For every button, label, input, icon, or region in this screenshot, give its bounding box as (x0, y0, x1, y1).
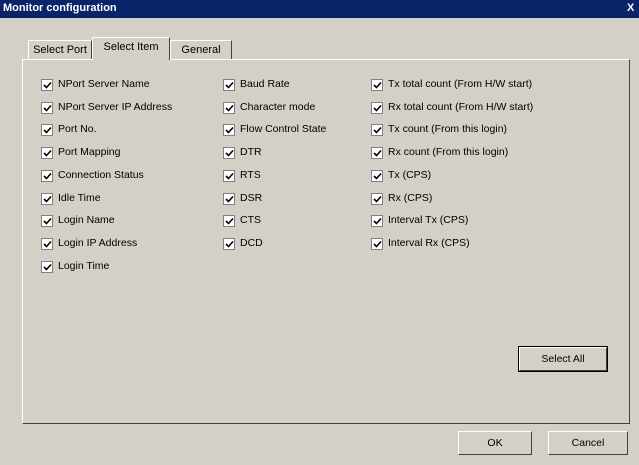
tab-select-port[interactable]: Select Port (28, 40, 92, 59)
checkbox-label: Flow Control State (240, 123, 327, 135)
checkmark-icon (373, 149, 382, 157)
select-all-button[interactable]: Select All (518, 346, 608, 372)
checkbox-label: Interval Tx (CPS) (388, 214, 469, 226)
checkbox[interactable] (371, 124, 383, 136)
checkbox[interactable] (41, 102, 53, 114)
checkbox[interactable] (223, 124, 235, 136)
checkbox[interactable] (41, 147, 53, 159)
checkmark-icon (225, 195, 234, 203)
checkbox-label: DTR (240, 146, 262, 158)
checkmark-icon (43, 195, 52, 203)
checkmark-icon (373, 81, 382, 89)
checkmark-icon (225, 81, 234, 89)
checkmark-icon (43, 263, 52, 271)
checkmark-icon (43, 172, 52, 180)
checkbox-label: NPort Server IP Address (58, 101, 173, 113)
checkbox-label: Login IP Address (58, 237, 138, 249)
checkbox-label: Login Time (58, 260, 110, 272)
checkbox[interactable] (371, 238, 383, 250)
checkmark-icon (225, 240, 234, 248)
checkmark-icon (373, 217, 382, 225)
checkbox-label: Idle Time (58, 192, 101, 204)
checkbox-label: Rx total count (From H/W start) (388, 101, 534, 113)
checkbox-label: Port Mapping (58, 146, 121, 158)
checkmark-icon (373, 126, 382, 134)
checkmark-icon (373, 172, 382, 180)
checkmark-icon (373, 195, 382, 203)
checkbox-label: Tx count (From this login) (388, 123, 508, 135)
checkbox[interactable] (41, 261, 53, 273)
checkbox[interactable] (41, 215, 53, 227)
tab-select-item[interactable]: Select Item (92, 37, 170, 60)
checkbox[interactable] (223, 193, 235, 205)
checkbox[interactable] (223, 170, 235, 182)
checkmark-icon (43, 126, 52, 134)
checkbox[interactable] (223, 147, 235, 159)
checkbox[interactable] (371, 79, 383, 91)
checkbox[interactable] (223, 102, 235, 114)
checkmark-icon (373, 240, 382, 248)
checkmark-icon (225, 217, 234, 225)
checkbox-label: CTS (240, 214, 261, 226)
checkmark-icon (43, 240, 52, 248)
checkbox[interactable] (41, 124, 53, 136)
ok-button[interactable]: OK (458, 431, 532, 455)
checkbox-label: DCD (240, 237, 263, 249)
checkbox[interactable] (371, 193, 383, 205)
checkbox-label: RTS (240, 169, 261, 181)
tab-general[interactable]: General (170, 40, 232, 59)
checkbox-label: Tx total count (From H/W start) (388, 78, 533, 90)
checkmark-icon (43, 217, 52, 225)
checkbox-label: DSR (240, 192, 263, 204)
checkbox[interactable] (41, 170, 53, 182)
checkbox[interactable] (41, 79, 53, 91)
cancel-button[interactable]: Cancel (548, 431, 628, 455)
checkmark-icon (43, 104, 52, 112)
checkbox[interactable] (371, 170, 383, 182)
close-icon[interactable]: X (627, 2, 637, 14)
checkmark-icon (43, 81, 52, 89)
checkmark-icon (225, 104, 234, 112)
checkbox-label: Baud Rate (240, 78, 290, 90)
checkbox-label: Connection Status (58, 169, 144, 181)
checkmark-icon (225, 126, 234, 134)
checkbox-label: NPort Server Name (58, 78, 150, 90)
checkbox[interactable] (41, 193, 53, 205)
window-title: Monitor configuration (3, 2, 117, 14)
checkbox-label: Login Name (58, 214, 115, 226)
checkbox-label: Interval Rx (CPS) (388, 237, 470, 249)
checkbox[interactable] (223, 79, 235, 91)
checkbox-label: Tx (CPS) (388, 169, 432, 181)
title-bar: Monitor configuration X (0, 0, 639, 18)
checkbox[interactable] (223, 215, 235, 227)
checkmark-icon (225, 149, 234, 157)
checkmark-icon (43, 149, 52, 157)
select-item-panel: NPort Server Name NPort Server IP Address… (22, 59, 630, 424)
checkmark-icon (373, 104, 382, 112)
checkbox[interactable] (41, 238, 53, 250)
checkbox[interactable] (371, 147, 383, 159)
checkbox-label: Port No. (58, 123, 97, 135)
checkbox[interactable] (223, 238, 235, 250)
checkbox[interactable] (371, 102, 383, 114)
checkmark-icon (225, 172, 234, 180)
checkbox-label: Character mode (240, 101, 316, 113)
checkbox-label: Rx (CPS) (388, 192, 433, 204)
checkbox-label: Rx count (From this login) (388, 146, 509, 158)
checkbox[interactable] (371, 215, 383, 227)
